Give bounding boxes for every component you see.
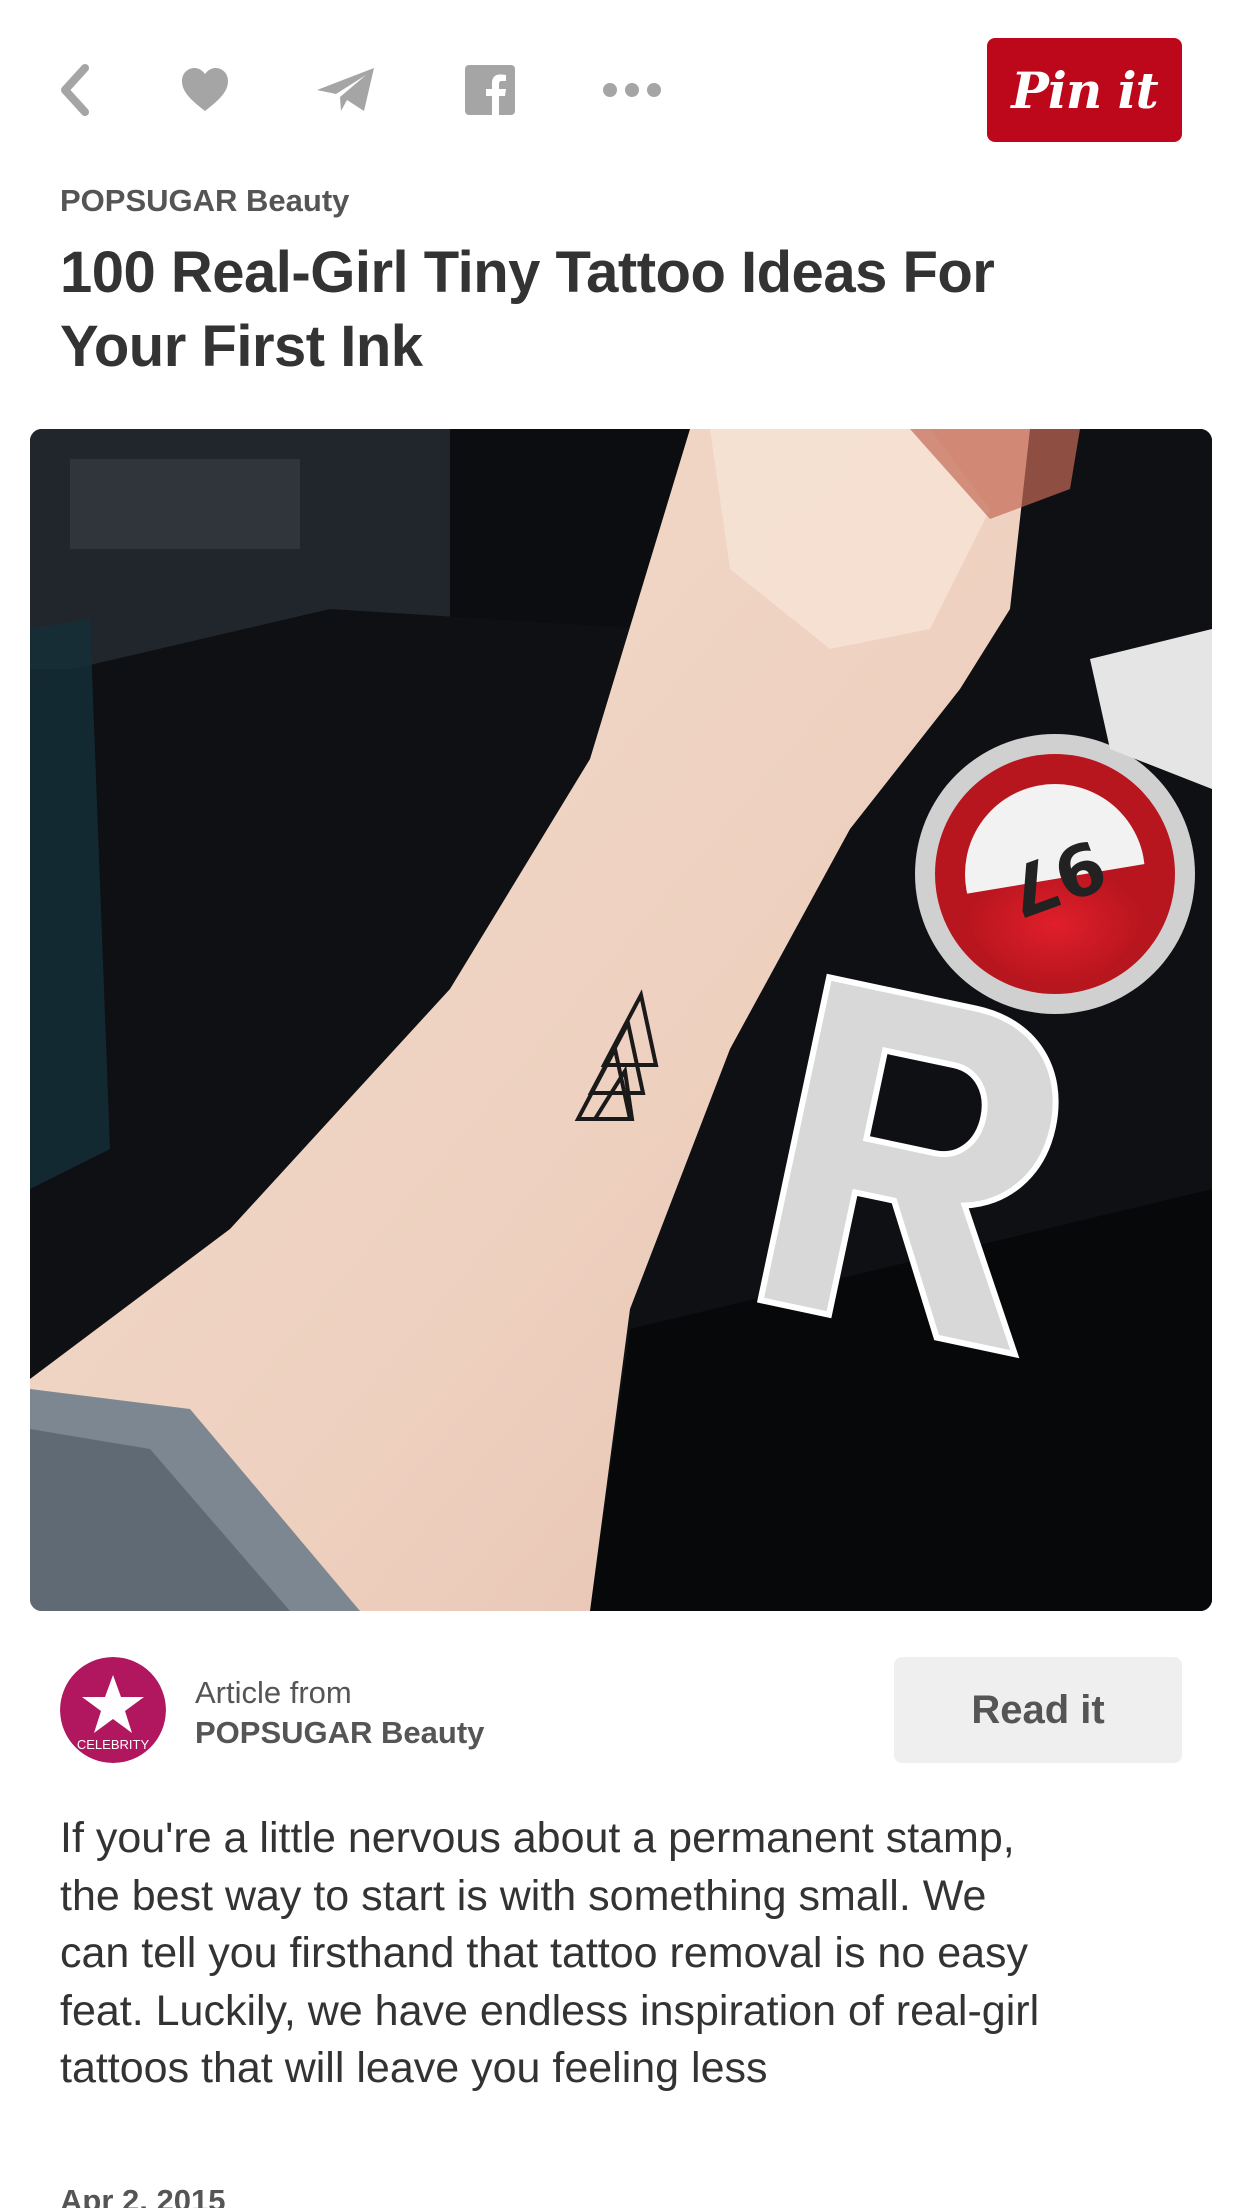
tattoo-photo: 97 — [30, 429, 1212, 1611]
read-it-button[interactable]: Read it — [894, 1657, 1182, 1763]
avatar[interactable]: CELEBRITY — [60, 1657, 166, 1763]
pin-image[interactable]: 97 — [30, 429, 1212, 1611]
top-toolbar: Pin it — [0, 0, 1242, 180]
pin-description: If you're a little nervous about a perma… — [60, 1814, 1040, 2092]
send-icon[interactable] — [316, 60, 376, 120]
article-source-link[interactable]: POPSUGAR Beauty — [195, 1715, 484, 1751]
attribution-row: CELEBRITY Article from POPSUGAR Beauty R… — [60, 1657, 1182, 1763]
article-from-label: Article from — [195, 1675, 352, 1710]
jersey-patch: 97 — [915, 734, 1195, 1014]
attribution-text: Article from POPSUGAR Beauty — [195, 1675, 484, 1751]
heart-icon[interactable] — [175, 60, 235, 120]
more-icon[interactable] — [602, 60, 662, 120]
back-chevron-icon[interactable] — [45, 60, 105, 120]
pin-date: Apr 2, 2015 — [60, 2183, 226, 2208]
pin-it-button[interactable]: Pin it — [987, 38, 1182, 142]
pin-source-label[interactable]: POPSUGAR Beauty — [60, 183, 349, 219]
avatar-label: CELEBRITY — [77, 1737, 150, 1752]
pin-title: 100 Real-Girl Tiny Tattoo Ideas For Your… — [60, 240, 995, 379]
facebook-icon[interactable] — [460, 60, 520, 120]
